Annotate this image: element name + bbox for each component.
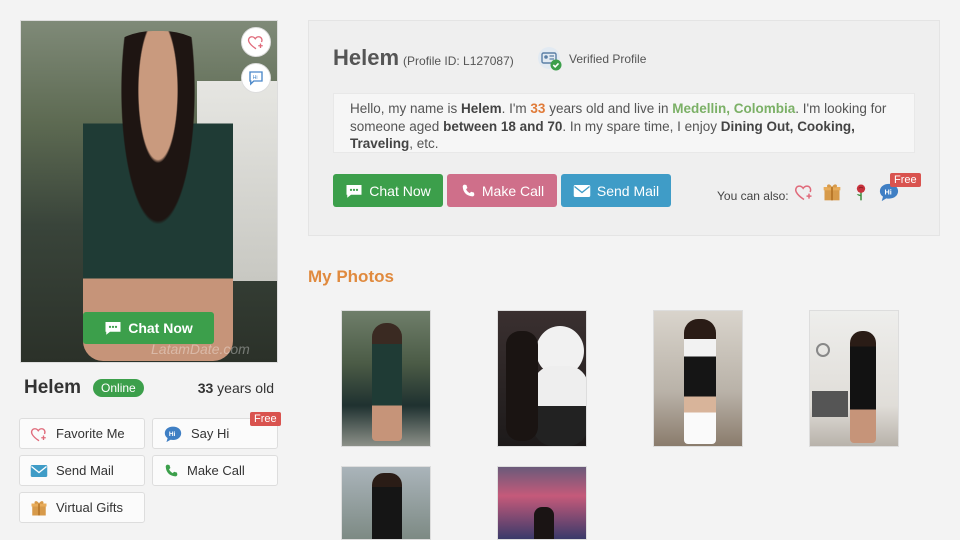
intro-age: 33 — [530, 101, 546, 116]
my-photos-heading: My Photos — [308, 267, 394, 286]
thumb-sofa — [812, 391, 848, 417]
thumb-figure — [372, 323, 402, 441]
chat-hi-icon: Hi — [249, 71, 263, 86]
make-call-left-label: Make Call — [187, 463, 245, 478]
age-number: 33 — [197, 380, 214, 396]
online-badge: Online — [93, 379, 144, 397]
make-call-button[interactable]: Make Call — [447, 174, 557, 207]
gift-icon — [31, 500, 47, 515]
intro-text: years old and live in — [545, 101, 673, 116]
rose-icon — [856, 184, 866, 201]
you-can-also-label: You can also: — [717, 189, 789, 203]
verified-profile: Verified Profile — [537, 46, 646, 72]
make-call-label: Make Call — [481, 182, 545, 199]
send-mail-button-left[interactable]: Send Mail — [19, 455, 145, 486]
photo-chat-now-button[interactable]: Chat Now — [83, 312, 214, 344]
hi-glyph: Hi — [884, 187, 891, 196]
favorite-heart-button[interactable] — [241, 27, 271, 57]
svg-text:Hi: Hi — [169, 431, 176, 438]
gift-icon — [823, 184, 841, 201]
heart-plus-icon — [794, 185, 812, 201]
profile-card-name: Helem — [333, 45, 400, 70]
profile-title-row: Helem (Profile ID: L127087) — [333, 45, 514, 71]
also-free-badge: Free — [890, 173, 921, 187]
virtual-gifts-label: Virtual Gifts — [56, 500, 123, 515]
send-mail-left-label: Send Mail — [56, 463, 114, 478]
thumb-figure — [372, 473, 402, 539]
verified-label: Verified Profile — [569, 52, 647, 66]
say-hi-free-badge: Free — [250, 412, 281, 426]
thumb-figure — [850, 331, 876, 443]
heart-plus-icon — [30, 427, 46, 441]
profile-intro: Hello, my name is Helem. I'm 33 years ol… — [333, 93, 915, 153]
verified-id-icon — [538, 47, 562, 71]
photo-thumb[interactable] — [341, 466, 431, 540]
age-suffix: years old — [213, 380, 274, 396]
thumb-wall-mirror — [816, 343, 830, 357]
intro-text: . In my spare time, I enjoy — [562, 118, 721, 134]
photo-thumb[interactable] — [497, 466, 587, 540]
photo-thumb[interactable] — [341, 310, 431, 447]
virtual-gifts-button[interactable]: Virtual Gifts — [19, 492, 145, 523]
photo-thumb[interactable] — [809, 310, 899, 447]
svg-text:Hi: Hi — [253, 75, 258, 81]
intro-age-range: between 18 and 70 — [443, 118, 563, 134]
thumb-panda-body — [533, 366, 586, 446]
send-mail-label: Send Mail — [596, 182, 660, 199]
say-hi-label: Say Hi — [191, 426, 230, 441]
also-rose-button[interactable] — [850, 181, 872, 203]
say-hi-circle-button[interactable]: Hi — [241, 63, 271, 93]
chat-now-button[interactable]: Chat Now — [333, 174, 443, 207]
photo-thumb[interactable] — [497, 310, 587, 447]
also-gift-button[interactable] — [821, 181, 843, 203]
chat-now-label: Chat Now — [369, 182, 431, 199]
profile-id: (Profile ID: L127087) — [403, 54, 514, 68]
thumb-figure — [684, 319, 716, 444]
name-row: Helem Online 33 years old — [24, 376, 274, 400]
photo-chat-now-label: Chat Now — [128, 320, 193, 336]
intro-name: Helem — [461, 101, 502, 116]
phone-icon — [462, 184, 475, 196]
envelope-icon — [573, 184, 591, 197]
envelope-icon — [30, 464, 48, 477]
intro-text: . I'm — [501, 101, 531, 116]
intro-location: Medellin, Colombia — [672, 101, 796, 116]
make-call-button-left[interactable]: Make Call — [152, 455, 278, 486]
chat-bubble-icon — [105, 322, 121, 335]
phone-icon — [165, 464, 178, 476]
favorite-me-label: Favorite Me — [56, 426, 125, 441]
chat-hi-icon: Hi — [164, 426, 182, 442]
thumb-figure — [534, 507, 554, 539]
heart-plus-icon — [247, 36, 263, 50]
intro-text: , etc. — [409, 136, 439, 151]
thumb-figure — [506, 331, 538, 441]
profile-age: 33 years old — [198, 380, 274, 396]
chat-bubble-icon — [346, 184, 362, 198]
intro-text: Hello, my name is — [350, 101, 462, 116]
photo-thumb[interactable] — [653, 310, 743, 447]
send-mail-button[interactable]: Send Mail — [561, 174, 671, 207]
profile-card: Helem (Profile ID: L127087) Verified Pro… — [308, 20, 940, 236]
also-favorite-button[interactable] — [793, 181, 815, 203]
profile-name: Helem — [24, 377, 82, 398]
favorite-me-button[interactable]: Favorite Me — [19, 418, 145, 449]
